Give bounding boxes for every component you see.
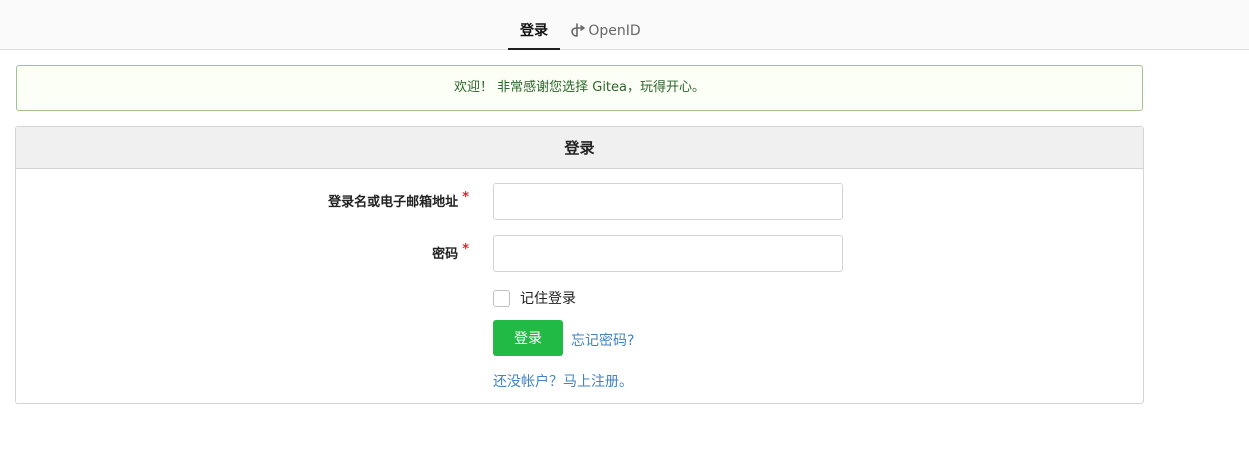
welcome-message: 欢迎！ 非常感谢您选择 Gitea，玩得开心。 xyxy=(16,65,1143,111)
signin-button[interactable]: 登录 xyxy=(493,320,563,356)
panel-title: 登录 xyxy=(16,127,1143,169)
login-tab-bar: 登录 OpenID xyxy=(0,0,1249,50)
register-link[interactable]: 还没帐户？马上注册。 xyxy=(493,371,633,391)
tab-signin-label: 登录 xyxy=(520,23,548,39)
username-label-text: 登录名或电子邮箱地址 xyxy=(328,195,459,210)
password-label: 密码 * xyxy=(432,242,469,262)
password-input[interactable] xyxy=(493,235,843,272)
signin-panel: 登录 登录名或电子邮箱地址 * 密码 * 记住登录 登录 忘记密码? 还没帐户？马上… xyxy=(15,126,1144,404)
tab-signin[interactable]: 登录 xyxy=(508,14,560,50)
openid-icon xyxy=(571,23,586,37)
tab-openid-label: OpenID xyxy=(588,23,641,39)
welcome-text: 欢迎！ 非常感谢您选择 Gitea，玩得开心。 xyxy=(453,80,705,95)
username-input[interactable] xyxy=(493,183,843,220)
required-marker: * xyxy=(462,190,469,205)
password-label-text: 密码 xyxy=(432,247,459,262)
username-label: 登录名或电子邮箱地址 * xyxy=(328,190,469,210)
forgot-password-link[interactable]: 忘记密码? xyxy=(571,330,634,350)
required-marker: * xyxy=(462,242,469,257)
remember-me[interactable]: 记住登录 xyxy=(493,288,576,308)
remember-checkbox[interactable] xyxy=(493,289,510,307)
tab-openid[interactable]: OpenID xyxy=(570,14,642,50)
remember-label: 记住登录 xyxy=(520,291,576,307)
